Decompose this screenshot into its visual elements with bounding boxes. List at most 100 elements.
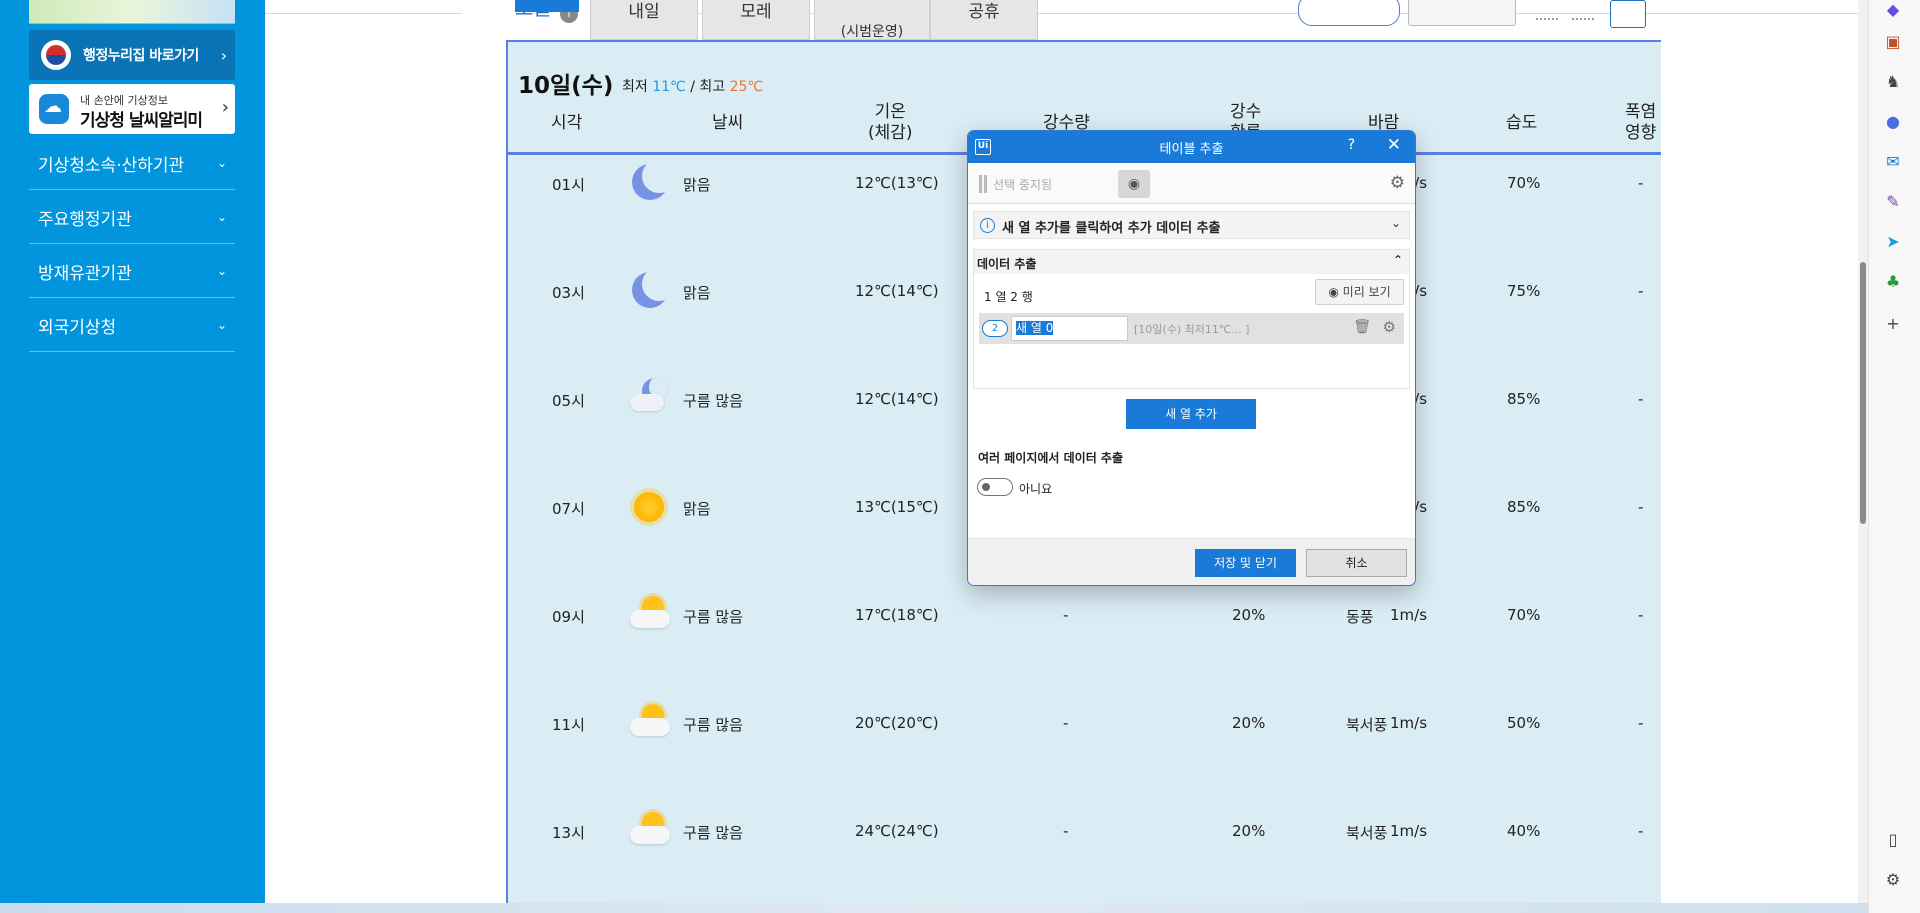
temp-cell: 13℃(15℃) (855, 498, 939, 516)
column-index-badge: 2 (982, 320, 1008, 337)
heat-impact-cell: - (1638, 606, 1644, 624)
weather-cell: 맑음 (683, 176, 711, 194)
chevron-down-icon: ⌄ (216, 318, 227, 332)
chevron-down-icon: ⌄ (216, 264, 227, 278)
save-and-close-button[interactable]: 저장 및 닫기 (1195, 549, 1296, 577)
tab-holiday[interactable]: 공휴 (930, 0, 1038, 40)
table-extraction-dialog: Ui 테이블 추출 ? ✕ 선택 중지됨 ◉ ⚙ i 새 열 추가를 클릭하여 … (967, 130, 1416, 586)
weather-cell: 구름 많음 (683, 392, 743, 410)
extract-section-header[interactable]: 데이터 추출 ⌃ (974, 250, 1409, 274)
tab-day-after-label: 모레 (740, 2, 772, 22)
tab-day-after[interactable]: 모레 (702, 0, 810, 40)
chevron-up-icon[interactable]: ⌃ (1393, 253, 1403, 267)
humidity-cell: 70% (1507, 606, 1541, 624)
tree-icon[interactable]: ♣ (1883, 272, 1903, 292)
sidebar-banner-image[interactable] (29, 0, 235, 24)
toggle-state-label: 아니요 (1019, 482, 1053, 496)
eye-icon[interactable]: ◉ (1118, 170, 1150, 198)
close-button[interactable]: ✕ (1387, 135, 1401, 155)
info-banner[interactable]: i 새 열 추가를 클릭하여 추가 데이터 추출 ⌄ (973, 211, 1410, 239)
time-cell: 13시 (552, 824, 585, 842)
col-header-temp-label: 기온 (874, 102, 906, 122)
precip-prob-cell: 20% (1232, 822, 1266, 840)
tab-tomorrow[interactable]: 내일 (590, 0, 698, 40)
preview-label: 미리 보기 (1342, 285, 1391, 299)
dialog-titlebar[interactable]: Ui 테이블 추출 ? ✕ (968, 131, 1415, 163)
add-icon[interactable]: + (1883, 314, 1903, 334)
sidebar-item-gov-agencies[interactable]: 주요행정기관 ⌄ (29, 191, 235, 244)
time-cell: 05시 (552, 392, 585, 410)
table-view-icon[interactable] (1610, 0, 1646, 28)
temp-cell: 12℃(14℃) (855, 390, 939, 408)
time-cell: 01시 (552, 176, 585, 194)
add-column-button[interactable]: 새 열 추가 (1126, 399, 1256, 429)
col-header-time: 시각 (551, 113, 583, 133)
sidebar-item-affiliates[interactable]: 기상청소속·산하기관 ⌄ (29, 137, 235, 190)
outlook-icon[interactable]: ✉ (1883, 152, 1903, 172)
col-header-weather: 날씨 (712, 113, 744, 133)
extract-section-title: 데이터 추출 (977, 257, 1037, 271)
pause-icon[interactable] (979, 175, 987, 193)
gear-icon[interactable]: ⚙ (1390, 173, 1405, 193)
chevron-right-icon: › (220, 45, 227, 65)
weather-app-link[interactable]: 내 손안에 기상정보 기상청 날씨알리미 › (29, 84, 235, 134)
selection-toolbar: 선택 중지됨 ◉ ⚙ (968, 164, 1415, 204)
temp-cell: 12℃(13℃) (855, 174, 939, 192)
dialog-footer: 저장 및 닫기 취소 (968, 538, 1415, 585)
preview-button[interactable]: ◉ 미리 보기 (1315, 279, 1404, 305)
site-sidebar (0, 0, 265, 903)
cloud-sun-icon (628, 702, 672, 740)
sidebar-toggle-icon[interactable]: ▯ (1883, 830, 1903, 850)
col-header-heat-label: 폭염 (1625, 102, 1657, 122)
copilot-icon[interactable]: ◆ (1883, 0, 1903, 20)
view-option-button[interactable] (1298, 0, 1400, 26)
column-row-count: 1 열 2 행 (984, 290, 1033, 304)
humidity-cell: 75% (1507, 282, 1541, 300)
precip-prob-cell: 20% (1232, 714, 1266, 732)
send-icon[interactable]: ➤ (1883, 232, 1903, 252)
low-label: 최저 (622, 79, 648, 95)
weather-cell: 구름 많음 (683, 716, 743, 734)
low-value: 11℃ (652, 79, 686, 95)
chevron-down-icon[interactable]: ⌄ (1391, 216, 1401, 230)
government-seal-icon (41, 40, 71, 70)
trash-icon[interactable]: 🗑 (1353, 319, 1371, 335)
col-header-heat: 폭염 영향 (1625, 102, 1656, 144)
page-scrollbar-thumb[interactable] (1860, 262, 1866, 524)
column-name-input[interactable]: 새 열 0 (1011, 316, 1128, 341)
help-button[interactable]: ? (1348, 137, 1355, 153)
sidebar-item-foreign-services[interactable]: 외국기상청 ⌄ (29, 299, 235, 352)
time-cell: 11시 (552, 716, 585, 734)
microsoft365-icon[interactable]: ● (1883, 112, 1903, 132)
info-text: 새 열 추가를 클릭하여 추가 데이터 추출 (1002, 221, 1221, 236)
designer-icon[interactable]: ✎ (1883, 192, 1903, 212)
games-icon[interactable]: ♞ (1883, 72, 1903, 92)
precip-cell: - (1063, 714, 1069, 732)
tab-pilot-label: (시범운영) (840, 24, 904, 40)
column-name-value: 새 열 0 (1016, 321, 1054, 335)
forecast-date: 10일(수) (518, 73, 614, 99)
sidebar-item-disaster-agencies[interactable]: 방재유관기관 ⌄ (29, 245, 235, 298)
gear-icon[interactable]: ⚙ (1383, 318, 1396, 336)
tab-pilot[interactable]: (시범운영) (814, 0, 930, 40)
temp-cell: 24℃(24℃) (855, 822, 939, 840)
settings-icon[interactable]: ⚙ (1883, 870, 1903, 890)
wind-speed-cell: 1m/s (1390, 714, 1428, 732)
weather-app-title: 기상청 날씨알리미 (80, 111, 203, 131)
sidebar-item-label: 방재유관기관 (38, 263, 132, 284)
toggle-option-button[interactable] (1408, 0, 1516, 26)
multi-page-toggle[interactable] (977, 478, 1013, 496)
cancel-button[interactable]: 취소 (1306, 549, 1407, 577)
gov-portal-link[interactable]: 행정누리집 바로가기 › (29, 30, 235, 80)
wind-direction-cell: 북서풍 (1346, 824, 1388, 842)
precip-cell: - (1063, 822, 1069, 840)
wind-speed-cell: 1m/s (1390, 822, 1428, 840)
eye-icon: ◉ (1328, 285, 1343, 299)
info-icon: i (980, 218, 995, 233)
time-cell: 03시 (552, 284, 585, 302)
sidebar-item-label: 외국기상청 (38, 317, 117, 338)
toolbox-icon[interactable]: ▣ (1883, 32, 1903, 52)
grid-view-icon[interactable] (1572, 10, 1594, 20)
weather-cell: 맑음 (683, 500, 711, 518)
list-view-icon[interactable] (1536, 10, 1558, 20)
